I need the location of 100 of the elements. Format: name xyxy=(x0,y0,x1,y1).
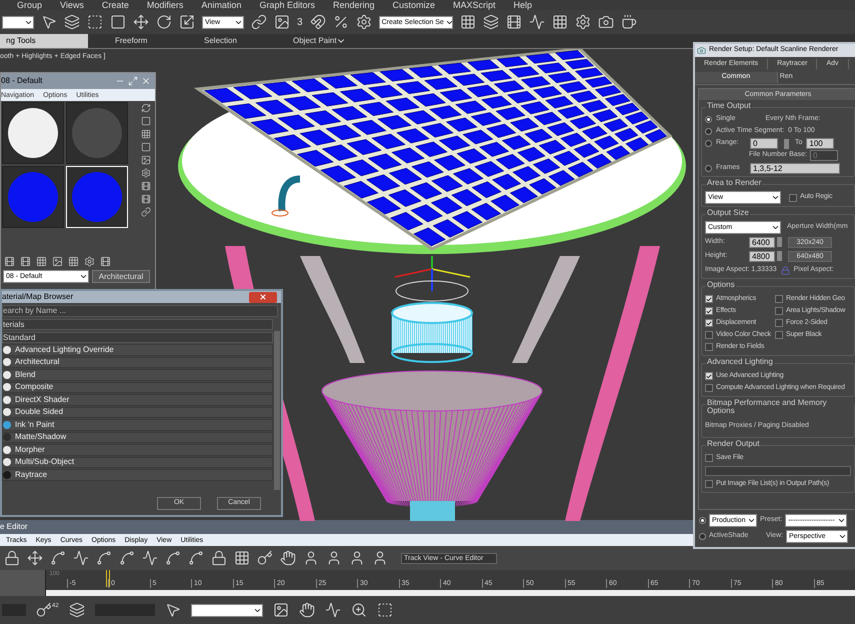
menu-item[interactable]: Rendering xyxy=(332,1,374,10)
width-field[interactable]: 6400 xyxy=(749,236,775,248)
curve-tool-icon[interactable] xyxy=(188,550,204,566)
curve-tool-icon[interactable] xyxy=(4,550,20,566)
ribbon-tab[interactable]: ng Tools xyxy=(0,34,88,48)
menu-item[interactable]: Animation xyxy=(201,1,242,10)
sample-tool-icon[interactable] xyxy=(141,181,151,191)
window-crossing-icon[interactable] xyxy=(110,14,126,30)
curve-tool-icon[interactable] xyxy=(257,550,273,566)
checkbox[interactable] xyxy=(775,307,783,315)
select-icon[interactable] xyxy=(164,602,181,618)
curve-tool-icon[interactable] xyxy=(142,550,158,566)
material-list-item[interactable]: Double Sided xyxy=(2,406,273,418)
range-start-field[interactable]: 0 xyxy=(750,138,778,149)
transform-gizmo-drawing[interactable] xyxy=(394,256,470,302)
snapshot-icon[interactable] xyxy=(272,602,289,618)
material-list-item[interactable]: Architectural xyxy=(2,356,273,368)
group-header[interactable]: Standard xyxy=(2,332,273,343)
region-select-icon[interactable] xyxy=(87,14,103,30)
maximize-icon[interactable] xyxy=(128,76,138,86)
curve-tool-icon[interactable] xyxy=(280,550,296,566)
time-scrollbar[interactable] xyxy=(46,590,855,596)
render-frame-icon[interactable] xyxy=(598,14,614,30)
range-end-field[interactable]: 100 xyxy=(806,138,834,149)
close-button[interactable] xyxy=(249,292,277,302)
curve-tool-icon[interactable] xyxy=(73,550,89,566)
sample-tool-icon[interactable] xyxy=(141,142,151,152)
curve-tool-icon[interactable] xyxy=(372,550,388,566)
material-tool-icon[interactable] xyxy=(52,256,63,267)
checkbox[interactable] xyxy=(705,372,713,380)
lock-icon[interactable] xyxy=(780,266,790,274)
material-list-item[interactable]: Advanced Lighting Override xyxy=(2,344,273,356)
output-path-field[interactable] xyxy=(705,466,851,476)
spinner-arrows[interactable] xyxy=(784,138,789,148)
radio-button[interactable] xyxy=(699,533,706,540)
curve-tool-icon[interactable] xyxy=(326,550,342,566)
checkbox[interactable] xyxy=(775,319,783,327)
group-header[interactable]: terials xyxy=(2,319,273,330)
sample-tool-icon[interactable] xyxy=(141,168,151,178)
menu-item[interactable]: Customize xyxy=(392,1,436,10)
zoom-region-icon[interactable] xyxy=(376,602,393,618)
material-tool-icon[interactable] xyxy=(4,256,15,267)
curve-tool-icon[interactable] xyxy=(349,550,365,566)
material-list-item[interactable]: Raytrace xyxy=(2,469,273,480)
pan-icon[interactable] xyxy=(298,602,315,618)
material-tool-icon[interactable] xyxy=(68,256,79,267)
menu-item[interactable]: Group xyxy=(17,1,42,10)
curve-tool-icon[interactable] xyxy=(119,550,135,566)
menu-item[interactable]: Modifiers xyxy=(146,1,184,10)
curve-tool-icon[interactable] xyxy=(50,550,66,566)
sample-tool-icon[interactable] xyxy=(141,207,151,217)
menu-item[interactable]: Graph Editors xyxy=(259,1,315,10)
radio-button[interactable] xyxy=(705,116,712,123)
curve-icon[interactable] xyxy=(324,602,341,618)
checkbox[interactable] xyxy=(705,480,713,488)
zoom-icon[interactable] xyxy=(350,602,367,618)
percent-snap-icon[interactable] xyxy=(332,14,349,30)
scrollbar[interactable] xyxy=(274,331,280,490)
material-tool-icon[interactable] xyxy=(100,256,111,267)
material-tool-icon[interactable] xyxy=(20,256,31,267)
material-type-button[interactable]: Architectural xyxy=(92,270,150,283)
scale-icon[interactable] xyxy=(179,14,195,30)
radio-button[interactable] xyxy=(705,128,712,135)
rotate-icon[interactable] xyxy=(156,14,172,30)
material-list-item[interactable]: Matte/Shadow xyxy=(2,432,273,443)
checkbox[interactable] xyxy=(789,194,797,202)
select-icon[interactable] xyxy=(41,14,57,30)
radio-button[interactable] xyxy=(705,164,712,172)
search-field[interactable]: earch by Name ... xyxy=(2,305,278,317)
checkbox[interactable] xyxy=(775,331,783,339)
sample-tool-icon[interactable] xyxy=(141,129,151,139)
curve-tool-icon[interactable] xyxy=(234,550,250,566)
material-list-item[interactable]: Multi/Sub-Object xyxy=(2,456,273,468)
link-icon[interactable] xyxy=(251,14,267,30)
selection-filter-dropdown[interactable] xyxy=(2,16,34,28)
menu-item[interactable]: Help xyxy=(514,1,532,10)
checkbox[interactable] xyxy=(705,384,713,392)
material-list-item[interactable]: Morpher xyxy=(2,444,273,456)
material-list-item[interactable]: Blend xyxy=(2,369,273,380)
material-tool-icon[interactable] xyxy=(84,256,95,267)
checkbox[interactable] xyxy=(705,307,713,315)
move-icon[interactable] xyxy=(133,14,149,30)
layer-icon[interactable] xyxy=(482,14,499,30)
sample-tool-icon[interactable] xyxy=(141,155,151,165)
sample-tool-icon[interactable] xyxy=(141,116,151,126)
checkbox[interactable] xyxy=(705,454,713,462)
curve-tool-icon[interactable] xyxy=(303,550,319,566)
material-list-item[interactable]: Composite xyxy=(2,382,273,393)
material-list-item[interactable]: Ink 'n Paint xyxy=(2,419,273,430)
curve-tool-icon[interactable] xyxy=(165,550,181,566)
curve-tool-icon[interactable] xyxy=(96,550,112,566)
material-list-item[interactable]: DirectX Shader xyxy=(2,394,273,406)
sample-tool-icon[interactable] xyxy=(141,103,151,113)
checkbox[interactable] xyxy=(705,319,713,327)
checkbox[interactable] xyxy=(705,343,713,351)
menu-item[interactable]: MAXScript xyxy=(453,1,496,10)
frames-field[interactable]: 1,3,5-12 xyxy=(750,162,840,174)
close-icon[interactable] xyxy=(141,76,151,86)
menu-item[interactable]: Views xyxy=(60,1,84,10)
checkbox[interactable] xyxy=(705,295,713,303)
